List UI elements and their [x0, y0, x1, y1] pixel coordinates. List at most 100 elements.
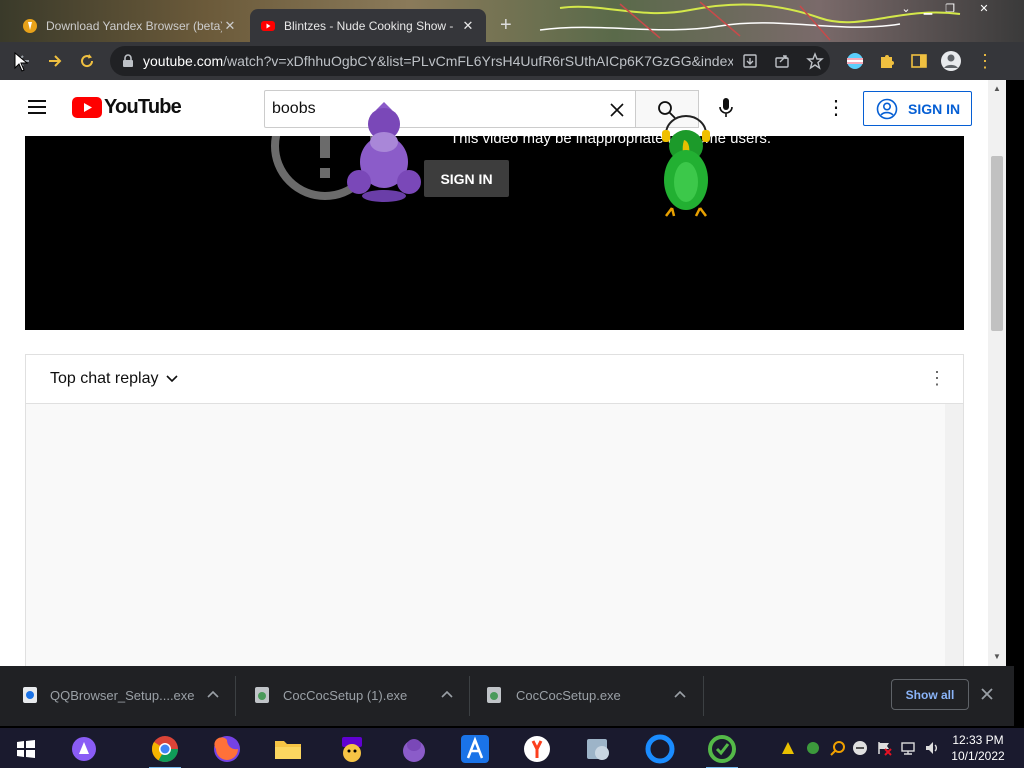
- show-all-downloads-button[interactable]: Show all: [891, 679, 969, 710]
- search-input[interactable]: boobs: [272, 100, 316, 118]
- age-warning-text: This video may be inappropriate for some…: [450, 136, 771, 147]
- extensions-button[interactable]: [876, 50, 898, 72]
- profile-flag-button[interactable]: [844, 50, 866, 72]
- share-icon[interactable]: [774, 53, 790, 69]
- reload-icon: [81, 54, 94, 68]
- download-item[interactable]: CocCocSetup (1).exe: [236, 666, 470, 726]
- tray-app-icon[interactable]: [780, 740, 796, 756]
- clear-search-icon[interactable]: [610, 103, 624, 117]
- coccoc-file-icon: [487, 687, 501, 703]
- coccoc-icon: [708, 735, 736, 763]
- taskbar-alice[interactable]: [64, 732, 104, 766]
- download-filename: CocCocSetup (1).exe: [283, 688, 408, 703]
- chat-messages-area[interactable]: [26, 404, 946, 666]
- minimize-icon[interactable]: ▁: [918, 2, 938, 15]
- divider: [703, 676, 704, 716]
- avatar-icon: [941, 51, 961, 71]
- firefox-icon: [214, 736, 240, 762]
- side-panel-button[interactable]: [908, 50, 930, 72]
- profile-button[interactable]: [940, 50, 962, 72]
- coccoc-file-icon: [255, 687, 269, 703]
- taskbar-file-explorer[interactable]: [268, 732, 308, 766]
- youtube-favicon-icon: [261, 20, 275, 31]
- download-item[interactable]: CocCocSetup.exe: [470, 666, 704, 726]
- taskbar-yandex[interactable]: [517, 732, 557, 766]
- folder-icon: [275, 741, 301, 759]
- video-player[interactable]: This video may be inappropriate for some…: [25, 136, 964, 330]
- tray-app-icon[interactable]: [805, 740, 821, 756]
- bookmark-star-icon[interactable]: [806, 52, 824, 70]
- chevron-up-icon[interactable]: [207, 690, 219, 698]
- clock-date: 10/1/2022: [951, 749, 1005, 763]
- volume-icon[interactable]: [924, 740, 940, 756]
- taskbar-installer[interactable]: [578, 732, 618, 766]
- bonzibuddy-icon: [403, 739, 425, 762]
- maximize-icon[interactable]: ❐: [940, 2, 960, 15]
- chat-replay-panel: Top chat replay ⋮: [25, 354, 964, 666]
- chat-scrollbar[interactable]: [945, 404, 963, 666]
- windows-taskbar: 12:33 PM 10/1/2022: [0, 728, 1024, 768]
- scroll-down-icon[interactable]: ▼: [993, 652, 1001, 661]
- tab-blintzes[interactable]: Blintzes - Nude Cooking Show - ✕: [250, 9, 486, 42]
- hamburger-menu-icon[interactable]: [27, 99, 47, 115]
- taskbar-clock[interactable]: 12:33 PM 10/1/2022: [946, 732, 1010, 764]
- chat-more-icon[interactable]: ⋮: [928, 368, 946, 389]
- scroll-up-icon[interactable]: ▲: [993, 84, 1001, 93]
- lock-icon[interactable]: [122, 54, 134, 68]
- scrollbar-thumb[interactable]: [991, 156, 1003, 331]
- alice-assistant-icon: [72, 737, 96, 761]
- chrome-menu-icon[interactable]: ⋮: [974, 50, 996, 72]
- chevron-up-icon[interactable]: [441, 690, 453, 698]
- tab-title: Download Yandex Browser (beta): [46, 18, 222, 33]
- close-downloads-icon[interactable]: [981, 688, 993, 700]
- tab-yandex-download[interactable]: Download Yandex Browser (beta) ✕: [12, 9, 248, 42]
- windows-logo-icon: [17, 740, 35, 758]
- new-tab-button[interactable]: +: [500, 14, 512, 37]
- chat-mode-label: Top chat replay: [50, 370, 159, 387]
- page-scrollbar[interactable]: ▲ ▼: [988, 80, 1006, 666]
- qqbrowser-file-icon: [23, 687, 37, 703]
- yandex-browser-icon: [524, 736, 550, 762]
- tab-title: Blintzes - Nude Cooking Show -: [284, 18, 454, 33]
- forward-button[interactable]: [44, 50, 66, 72]
- taskbar-arc[interactable]: [455, 732, 495, 766]
- window-close-icon[interactable]: ✕: [974, 2, 994, 15]
- tab-close-icon[interactable]: ✕: [460, 18, 476, 34]
- player-sign-in-button[interactable]: SIGN IN: [424, 160, 509, 197]
- taskbar-coccoc[interactable]: [702, 732, 742, 768]
- download-filename: CocCocSetup.exe: [516, 688, 621, 703]
- tray-security-icon[interactable]: [876, 740, 892, 756]
- search-box[interactable]: boobs: [264, 90, 636, 128]
- download-filename: QQBrowser_Setup....exe: [50, 688, 195, 703]
- tab-close-icon[interactable]: ✕: [222, 18, 238, 34]
- taskbar-qqbrowser[interactable]: [640, 732, 680, 766]
- settings-menu-icon[interactable]: ⋮: [826, 95, 846, 120]
- tab-strip: Download Yandex Browser (beta) ✕ Blintze…: [0, 0, 1024, 42]
- chevron-up-icon[interactable]: [674, 690, 686, 698]
- taskbar-yahoo[interactable]: [332, 732, 372, 766]
- forward-arrow-icon: [49, 55, 62, 67]
- start-button[interactable]: [6, 732, 46, 766]
- taskbar-firefox[interactable]: [207, 732, 247, 766]
- download-item[interactable]: QQBrowser_Setup....exe: [0, 666, 236, 726]
- flag-icon: [847, 53, 863, 69]
- taskbar-chrome[interactable]: [145, 732, 185, 768]
- tray-app-icon[interactable]: [852, 740, 868, 756]
- chat-header: Top chat replay ⋮: [26, 355, 963, 404]
- network-icon[interactable]: [900, 740, 916, 756]
- logo-text: YouTube: [104, 96, 182, 118]
- reload-button[interactable]: [76, 50, 98, 72]
- tab-search-icon[interactable]: ⌄: [896, 2, 916, 15]
- taskbar-bonzibuddy[interactable]: [394, 732, 434, 766]
- yahoo-messenger-icon: [342, 737, 362, 762]
- qqbrowser-icon: [645, 734, 675, 764]
- bonzibuddy-mascot[interactable]: [345, 100, 423, 204]
- parrot-mascot[interactable]: [650, 112, 722, 222]
- youtube-logo[interactable]: YouTube: [72, 96, 182, 119]
- chat-mode-dropdown[interactable]: Top chat replay: [50, 370, 179, 388]
- address-bar[interactable]: youtube.com/watch?v=xDfhhuOgbCY&list=PLv…: [110, 46, 830, 76]
- sign-in-button[interactable]: SIGN IN: [863, 91, 972, 126]
- install-app-icon[interactable]: [742, 53, 758, 69]
- tray-search-icon[interactable]: [830, 740, 846, 756]
- browser-toolbar: youtube.com/watch?v=xDfhhuOgbCY&list=PLv…: [0, 42, 1024, 80]
